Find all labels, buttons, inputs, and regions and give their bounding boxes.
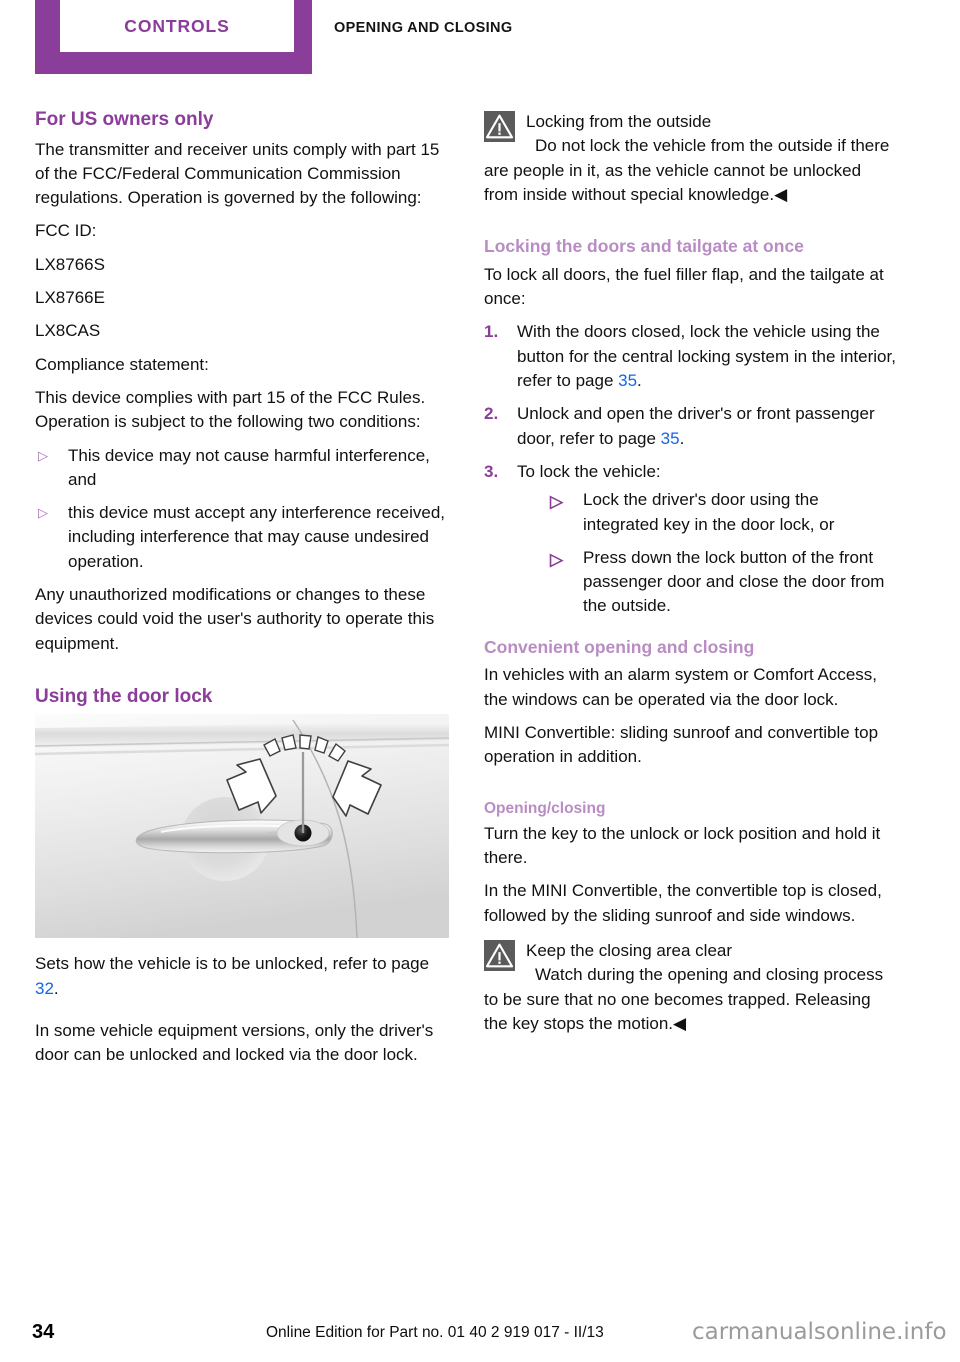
paragraph-fcc-id-label: FCC ID:: [35, 221, 97, 241]
paragraph-compliance-statement-body: This device complies with part 15 of the…: [35, 387, 426, 432]
paragraph-in-the-mini-convertible: In the MINI Convertible, the convertible…: [484, 881, 882, 925]
page-reference-link[interactable]: 35: [618, 371, 637, 390]
list-item-label: this device must accept any interference…: [68, 503, 446, 571]
chapter-tab-inner: CONTROLS: [60, 0, 294, 52]
list-item-number: 2.: [484, 404, 499, 424]
list-item-number: 1.: [484, 322, 499, 342]
list-item: ▷ this device must accept any interferen…: [35, 501, 449, 574]
list-item-label: Lock the driver's door using the integra…: [583, 490, 835, 534]
warning-locking-from-outside: Locking from the outside Do not lock the…: [484, 108, 898, 207]
door-lock-illustration: [35, 714, 449, 939]
paragraph-to-lock-all-doors: To lock all doors, the fuel filler flap,…: [484, 264, 884, 309]
section-title: OPENING AND CLOSING: [334, 20, 513, 36]
paragraph-some-equipment-versions: In some vehicle equipment versions, only…: [35, 1021, 434, 1065]
list-item: ▷ Press down the lock button of the fron…: [550, 546, 898, 619]
chapter-tab: CONTROLS: [35, 0, 312, 74]
chapter-tab-label: CONTROLS: [124, 15, 230, 36]
paragraph-unauthorized-modifications: Any unauthorized modifications or change…: [35, 585, 435, 653]
list-item-label-post: .: [637, 371, 642, 391]
bullet-triangle-icon: ▷: [38, 447, 48, 463]
locking-sub-bullets-list: ▷ Lock the driver's door using the integ…: [550, 488, 898, 618]
compliance-conditions-list: ▷ This device may not cause harmful inte…: [35, 444, 449, 574]
list-item: 2. Unlock and open the driver's or front…: [484, 402, 898, 451]
list-item-label-post: .: [679, 428, 685, 448]
paragraph-mini-convertible-sunroof: MINI Convertible: sliding sunroof and co…: [484, 723, 879, 767]
bullet-triangle-icon: ▷: [38, 505, 48, 521]
heading-opening-closing: Opening/closing: [484, 799, 606, 817]
page-number: 34: [32, 1321, 55, 1343]
paragraph-sets-how-unlocked-pre: Sets how the vehicle is to be unlocked, …: [35, 954, 430, 974]
warning-end-mark: ◀: [774, 184, 788, 204]
list-item: 3. To lock the vehicle: ▷ Lock the drive…: [484, 460, 898, 619]
warning-triangle-icon: [484, 940, 515, 972]
heading-using-the-door-lock: Using the door lock: [35, 685, 213, 707]
paragraph-in-vehicles-with-alarm: In vehicles with an alarm system or Comf…: [484, 665, 878, 709]
warning-body-text: Do not lock the vehicle from the outside…: [484, 136, 890, 204]
fcc-id-value-1: LX8766E: [35, 288, 105, 308]
locking-steps-list: 1. With the doors closed, lock the vehic…: [484, 320, 898, 618]
warning-body: Watch during the opening and closing pro…: [484, 963, 898, 1036]
paragraph-sets-how-unlocked-post: .: [53, 978, 59, 998]
warning-end-mark: ◀: [673, 1013, 687, 1033]
page-reference-link[interactable]: 35: [661, 429, 680, 448]
list-item-label: Press down the lock button of the front …: [583, 547, 885, 616]
list-item-label: Unlock and open the driver's or front pa…: [517, 404, 875, 448]
page-reference-link[interactable]: 32: [35, 979, 54, 998]
list-item-label: This device may not cause harmful interf…: [68, 445, 430, 489]
list-item-label: To lock the vehicle:: [517, 461, 661, 481]
list-item: ▷ This device may not cause harmful inte…: [35, 444, 449, 493]
fcc-id-value-0: LX8766S: [35, 254, 105, 274]
heading-for-us-owners-only: For US owners only: [35, 109, 214, 130]
footer-edition-note: Online Edition for Part no. 01 40 2 919 …: [266, 1324, 604, 1341]
paragraph-sets-how-unlocked: Sets how the vehicle is to be unlocked, …: [35, 952, 449, 1001]
warning-body: Do not lock the vehicle from the outside…: [484, 134, 898, 207]
page-footer: 34 Online Edition for Part no. 01 40 2 9…: [0, 1292, 960, 1362]
warning-triangle-icon: [484, 111, 515, 142]
fcc-id-value-2: LX8CAS: [35, 321, 101, 341]
left-column: For US owners only The transmitter and r…: [35, 108, 449, 1077]
list-item: ▷ Lock the driver's door using the integ…: [550, 488, 898, 537]
door-lock-illustration-svg: [35, 714, 449, 939]
list-item: 1. With the doors closed, lock the vehic…: [484, 320, 898, 393]
list-item-number: 3.: [484, 461, 499, 481]
page-header: CONTROLS OPENING AND CLOSING: [0, 0, 960, 78]
warning-keep-closing-area-clear: Keep the closing area clear Watch during…: [484, 937, 898, 1036]
bullet-triangle-icon: ▷: [550, 492, 564, 512]
paragraph-turn-the-key: Turn the key to the unlock or lock posit…: [484, 823, 881, 868]
heading-locking-doors-tailgate-at-once: Locking the doors and tailgate at once: [484, 236, 804, 257]
list-item-label: With the doors closed, lock the vehicle …: [517, 322, 896, 391]
paragraph-compliance-statement-label: Compliance statement:: [35, 354, 209, 374]
bullet-triangle-icon: ▷: [550, 549, 564, 569]
heading-convenient-opening-and-closing: Convenient opening and closing: [484, 636, 755, 657]
warning-title: Locking from the outside: [526, 112, 712, 131]
site-watermark: carmanualsonline.info: [692, 1319, 947, 1345]
paragraph-transmitter-compliance: The transmitter and receiver units compl…: [35, 139, 440, 208]
warning-title: Keep the closing area clear: [526, 941, 733, 961]
right-column: Locking from the outside Do not lock the…: [484, 108, 898, 1045]
